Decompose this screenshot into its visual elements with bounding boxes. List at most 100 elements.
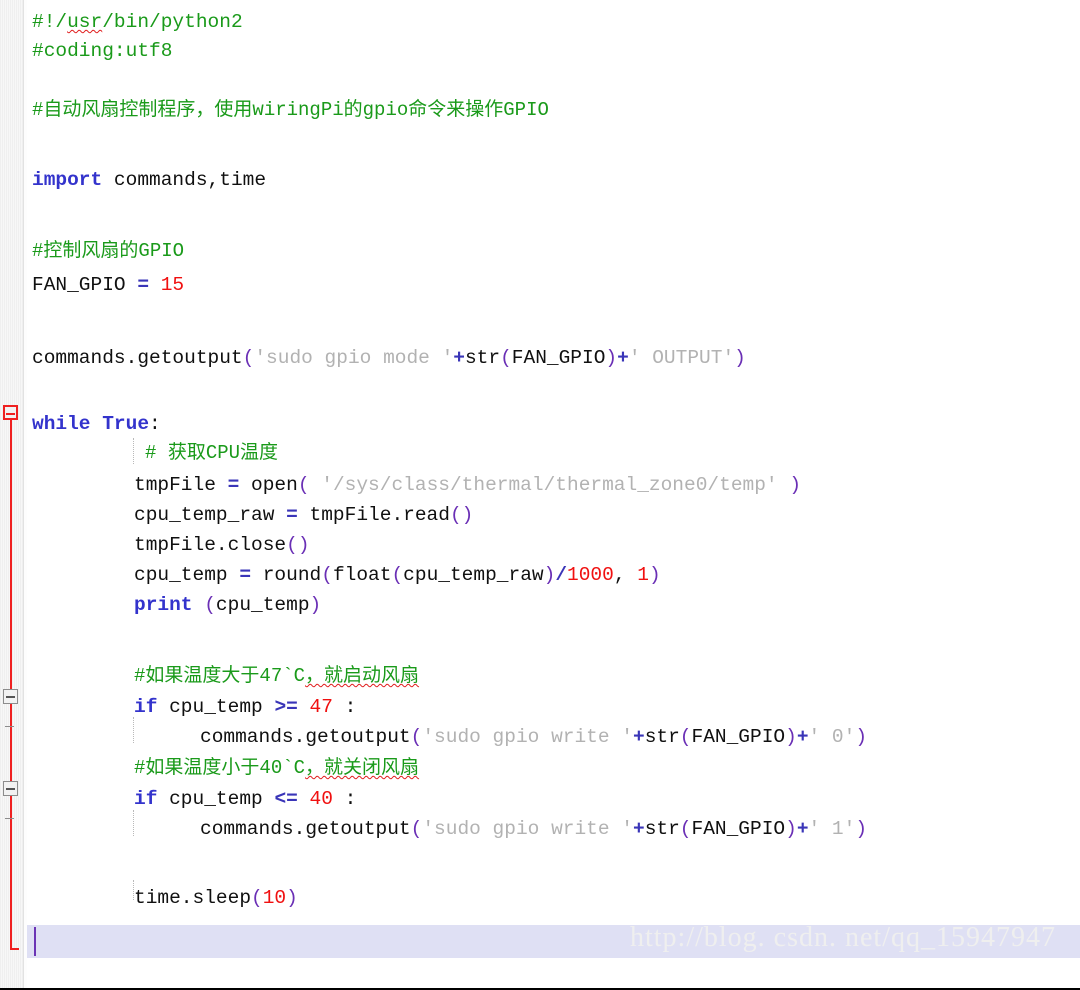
- code-line-24[interactable]: #如果温度小于40`C，就关闭风扇: [134, 753, 419, 782]
- code-line-4[interactable]: #自动风扇控制程序，使用wiringPi的gpio命令来操作GPIO: [32, 95, 549, 124]
- code-line-14[interactable]: # 获取CPU温度: [145, 438, 278, 467]
- token-comment-cjk: 的: [343, 98, 363, 120]
- token-comment: 40`C: [259, 757, 306, 779]
- code-line-25[interactable]: if cpu_temp <= 40 :: [134, 785, 356, 814]
- code-line-26[interactable]: commands.getoutput('sudo gpio write '+st…: [200, 815, 867, 844]
- token-identifier: FAN_GPIO: [32, 274, 138, 296]
- token-operator: >=: [274, 696, 298, 718]
- token-paren: (: [410, 818, 423, 840]
- token-operator: +: [796, 726, 809, 748]
- code-line-28[interactable]: time.sleep(10): [134, 884, 298, 913]
- token-number: 40: [297, 788, 333, 810]
- code-line-22[interactable]: if cpu_temp >= 47 :: [134, 693, 356, 722]
- token-call: round: [251, 564, 322, 586]
- token-identifier: cpu_temp_raw: [134, 504, 287, 526]
- token-modules: commands,time: [102, 169, 267, 191]
- code-line-18[interactable]: cpu_temp = round(float(cpu_temp_raw)/100…: [134, 561, 661, 590]
- token-comment-cjk-misspelled: ，就关闭风扇: [305, 756, 420, 778]
- code-line-6[interactable]: import commands,time: [32, 166, 266, 195]
- token-paren: ): [855, 818, 868, 840]
- code-line-23[interactable]: commands.getoutput('sudo gpio write '+st…: [200, 723, 867, 752]
- token-operator: =: [239, 564, 252, 586]
- token-paren: ): [734, 347, 746, 369]
- token-string: ' OUTPUT': [628, 347, 735, 369]
- token-paren: (: [321, 564, 333, 586]
- token-keyword: True: [102, 413, 150, 435]
- token-paren: (: [297, 474, 310, 496]
- token-comment: gpio: [362, 99, 409, 121]
- code-editor[interactable]: #!/usr/bin/python2 #coding:utf8 #自动风扇控制程…: [0, 0, 1080, 990]
- token-paren: ): [286, 887, 298, 909]
- token-call: commands.getoutput: [200, 818, 411, 840]
- token-operator: +: [632, 818, 645, 840]
- token-paren: ): [855, 726, 868, 748]
- token-paren: (): [286, 534, 310, 556]
- token-operator: +: [796, 818, 809, 840]
- token-comma: ,: [613, 564, 638, 586]
- token-paren: ): [543, 564, 556, 586]
- code-line-16[interactable]: cpu_temp_raw = tmpFile.read(): [134, 501, 473, 530]
- token-comment-cjk: 温度: [240, 441, 279, 463]
- token-paren: (: [410, 726, 423, 748]
- token-paren: (: [204, 594, 216, 616]
- token-call: str: [644, 818, 680, 840]
- token-call: float: [332, 564, 392, 586]
- token-operator: +: [617, 347, 629, 369]
- token-paren: ): [648, 564, 661, 586]
- code-line-1[interactable]: #!/usr/bin/python2: [32, 8, 243, 37]
- token-keyword: while: [32, 413, 91, 435]
- code-content[interactable]: #!/usr/bin/python2 #coding:utf8 #自动风扇控制程…: [0, 0, 1080, 988]
- token-comment: #!/: [32, 11, 68, 33]
- token-identifier: cpu_temp_raw: [403, 564, 544, 586]
- token-comment-cjk: 获取: [167, 441, 206, 463]
- code-line-8[interactable]: #控制风扇的GPIO: [32, 236, 184, 265]
- token-keyword: if: [134, 696, 158, 718]
- token-call: time.sleep: [134, 887, 252, 909]
- token-number: 10: [262, 887, 287, 909]
- token-number: 15: [149, 274, 185, 296]
- token-call: str: [644, 726, 680, 748]
- code-line-9[interactable]: FAN_GPIO = 15: [32, 271, 184, 300]
- token-misspelled: usr: [67, 11, 103, 33]
- code-line-13[interactable]: while True:: [32, 410, 161, 439]
- token-paren: (): [449, 504, 474, 526]
- token-paren: (: [391, 564, 404, 586]
- token-operator: =: [286, 504, 298, 526]
- token-comment: /bin/python2: [102, 11, 243, 33]
- token-comment-cjk: 如果温度大于: [145, 664, 260, 686]
- token-hash: #: [134, 757, 146, 779]
- token-paren: ): [785, 726, 797, 748]
- token-call: open: [239, 474, 298, 496]
- token-colon: :: [332, 696, 357, 718]
- token-hash: #: [145, 442, 168, 464]
- code-line-15[interactable]: tmpFile = open( '/sys/class/thermal/ther…: [134, 471, 801, 500]
- token-comment: CPU: [205, 442, 241, 464]
- token-comment-cjk: 自动风扇控制程序，使用: [43, 98, 253, 120]
- token-comment: GPIO: [138, 240, 185, 262]
- token-string: ' 1': [808, 818, 856, 840]
- code-line-19[interactable]: print (cpu_temp): [134, 591, 321, 620]
- token-identifier: cpu_temp: [157, 696, 275, 718]
- code-line-2[interactable]: #coding:utf8: [32, 37, 172, 66]
- token-identifier: cpu_temp: [157, 788, 275, 810]
- token-paren: (: [500, 347, 512, 369]
- code-line-17[interactable]: tmpFile.close(): [134, 531, 310, 560]
- token-call: commands.getoutput: [200, 726, 411, 748]
- token-paren: (: [679, 726, 692, 748]
- token-identifier: FAN_GPIO: [691, 818, 786, 840]
- token-colon: :: [149, 413, 161, 435]
- token-paren: ): [785, 818, 797, 840]
- token-keyword: import: [32, 169, 103, 191]
- token-colon: :: [332, 788, 357, 810]
- token-paren: ): [309, 594, 322, 616]
- token-identifier: tmpFile: [134, 474, 228, 496]
- token-comment: wiringPi: [252, 99, 344, 121]
- token-comment-cjk: 控制风扇的: [43, 239, 139, 261]
- token-operator: /: [555, 564, 568, 586]
- code-line-11[interactable]: commands.getoutput('sudo gpio mode '+str…: [32, 344, 746, 373]
- code-line-21[interactable]: #如果温度大于47`C，就启动风扇: [134, 661, 419, 690]
- token-keyword: if: [134, 788, 158, 810]
- token-call: commands.getoutput: [32, 347, 243, 369]
